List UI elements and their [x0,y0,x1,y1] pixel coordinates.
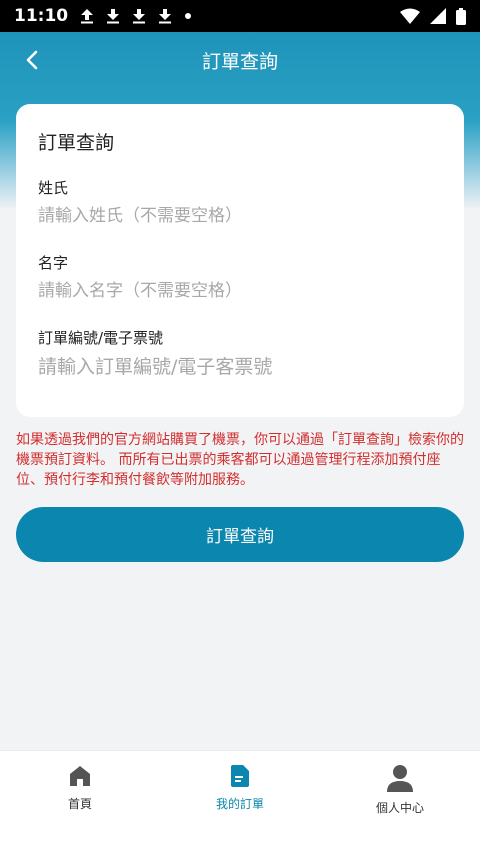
wifi-icon [400,8,420,24]
page-title: 訂單查詢 [201,50,278,73]
notice-text: 如果透過我們的官方網站購買了機票，你可以通過「訂單查詢」檢索你的機票預訂資料。 … [16,432,464,488]
booking-number-label: 訂單編號/電子票號 [38,329,164,347]
download-icon [159,9,172,24]
dot-icon [185,13,192,19]
tab-profile-label: 個人中心 [375,801,424,815]
given-name-field: 名字 [38,252,442,301]
download-icon [133,9,146,24]
download-icon [107,9,120,24]
back-button[interactable] [18,46,46,74]
tab-home-label: 首頁 [67,797,92,811]
home-icon [70,766,90,786]
person-icon [387,765,413,792]
chevron-left-icon [26,50,38,70]
surname-field: 姓氏 [38,177,442,226]
status-bar: 11:10 [0,0,480,32]
battery-icon [456,7,466,25]
given-name-input[interactable] [38,281,442,301]
tab-home[interactable]: 首頁 [0,751,160,853]
document-icon [231,765,249,787]
booking-number-input[interactable] [38,356,442,378]
tab-my-orders-label: 我的訂單 [215,797,264,811]
surname-input[interactable] [38,206,442,226]
card-title: 訂單查詢 [38,132,115,154]
booking-number-field: 訂單編號/電子票號 [38,327,442,378]
tab-profile[interactable]: 個人中心 [320,751,480,853]
bottom-tab-bar: 首頁 我的訂單 個人中心 [0,750,480,853]
tab-my-orders[interactable]: 我的訂單 [160,751,320,853]
surname-label: 姓氏 [38,179,69,197]
lookup-form-card: 訂單查詢 姓氏 名字 訂單編號/電子票號 [16,104,464,417]
status-time: 11:10 [14,6,69,26]
signal-icon [430,8,446,24]
upload-icon [81,9,94,24]
nav-bar: 訂單查詢 [0,32,480,88]
given-name-label: 名字 [38,254,69,272]
lookup-submit-button[interactable]: 訂單查詢 [16,507,464,562]
